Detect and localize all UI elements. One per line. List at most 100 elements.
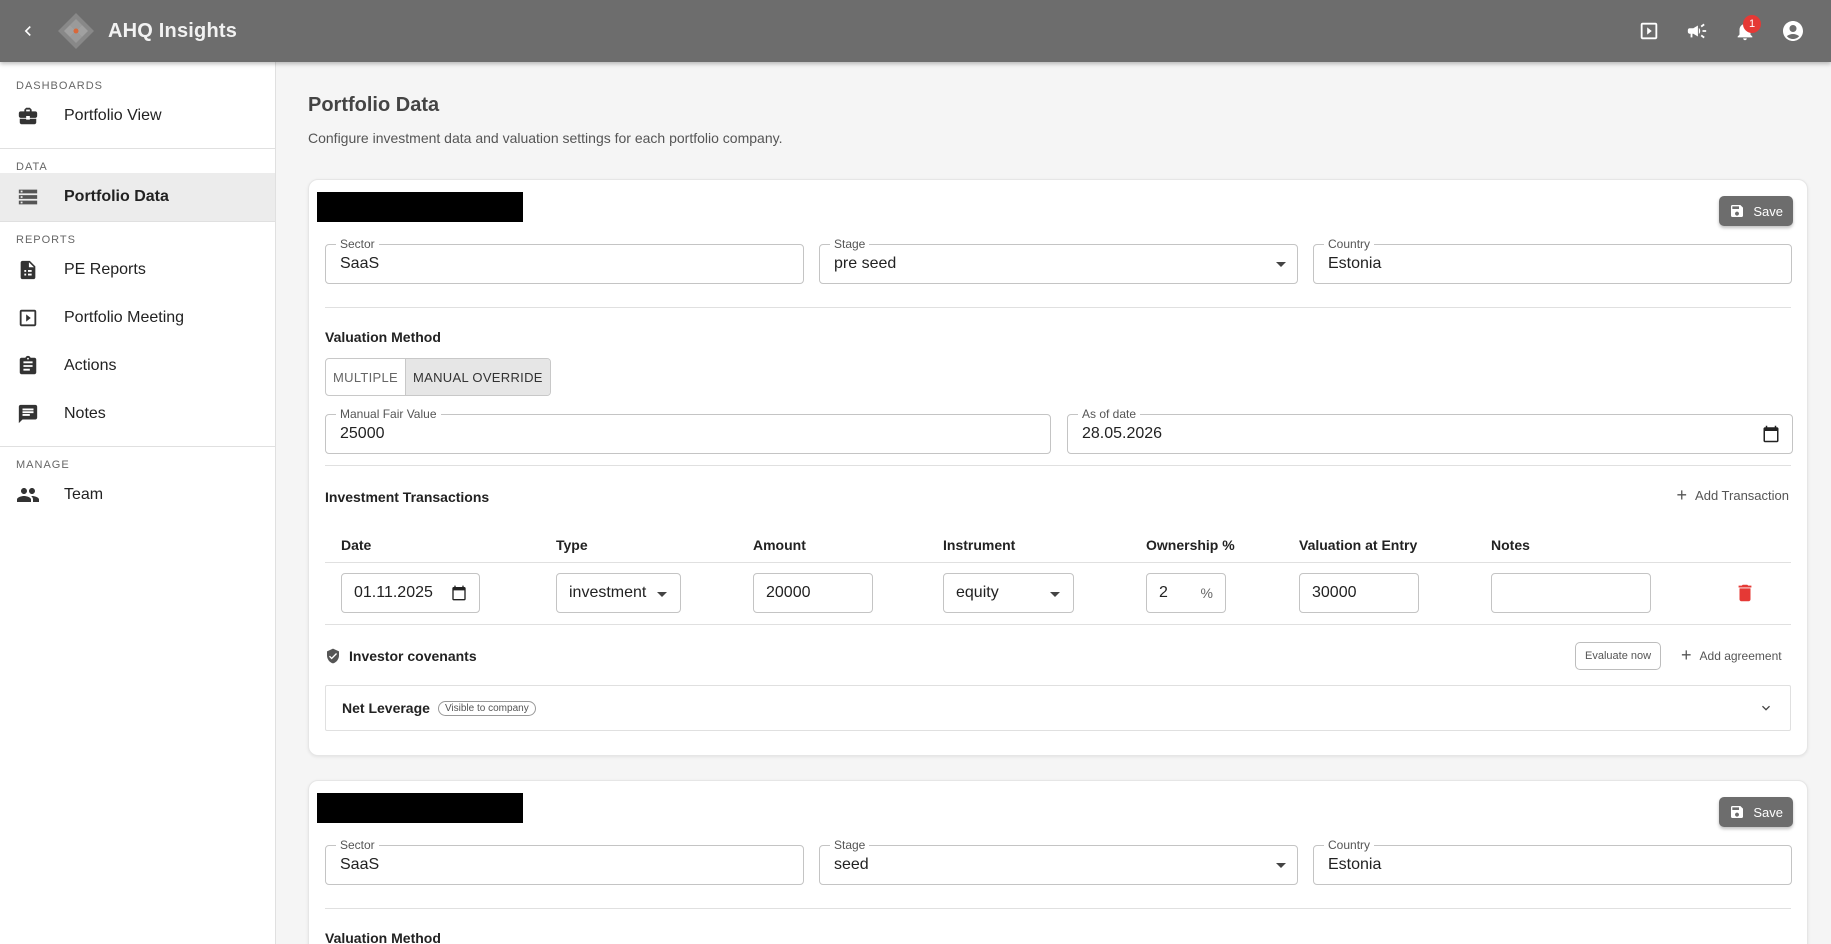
back-button[interactable] <box>0 0 56 62</box>
sector-field[interactable]: Sector SaaS <box>325 237 804 284</box>
covenant-name: Net Leverage <box>342 700 430 716</box>
sidebar-item-team[interactable]: Team <box>0 471 275 519</box>
add-transaction-label: Add Transaction <box>1695 488 1789 503</box>
transaction-type-select[interactable]: investment <box>556 573 681 613</box>
col-type: Type <box>556 537 588 553</box>
country-field[interactable]: Country Estonia <box>1313 838 1792 885</box>
sidebar-section-manage: MANAGE <box>16 459 70 471</box>
megaphone-icon <box>1687 23 1707 39</box>
add-agreement-button[interactable]: + Add agreement <box>1681 645 1782 666</box>
briefcase-icon <box>16 104 40 128</box>
company-card: Save Sector SaaS Stage seed Country Esto… <box>308 780 1808 944</box>
company-name-redacted <box>317 192 523 222</box>
sector-value: SaaS <box>340 255 380 272</box>
as-of-date-field[interactable]: As of date 28.05.2026 <box>1067 407 1793 454</box>
investor-covenants-heading: Investor covenants <box>325 648 477 664</box>
valuation-method-heading: Valuation Method <box>325 930 441 944</box>
notifications-button[interactable]: 1 <box>1721 7 1769 55</box>
chevron-left-icon <box>24 26 31 36</box>
sidebar-item-portfolio-view[interactable]: Portfolio View <box>0 92 275 140</box>
sidebar-item-portfolio-data[interactable]: Portfolio Data <box>0 173 275 221</box>
stage-select[interactable]: Stage seed <box>819 838 1298 885</box>
app-title: AHQ Insights <box>108 19 238 42</box>
valuation-method-toggle: MULTIPLE MANUAL OVERRIDE <box>325 358 551 396</box>
save-button[interactable]: Save <box>1719 196 1793 226</box>
dropdown-arrow-icon <box>1276 262 1286 267</box>
people-icon <box>16 483 40 507</box>
trash-icon <box>1738 584 1752 602</box>
sector-value: SaaS <box>340 856 380 873</box>
app-bar: AHQ Insights 1 <box>0 0 1831 62</box>
stage-value: pre seed <box>834 255 897 272</box>
main-content: Portfolio Data Configure investment data… <box>276 62 1831 944</box>
sidebar-item-label: Portfolio Meeting <box>64 309 185 326</box>
save-label: Save <box>1753 203 1783 219</box>
stage-select[interactable]: Stage pre seed <box>819 237 1298 284</box>
account-button[interactable] <box>1769 7 1817 55</box>
sector-field[interactable]: Sector SaaS <box>325 838 804 885</box>
chevron-down-icon <box>1762 705 1770 711</box>
sidebar-item-label: Notes <box>64 405 106 422</box>
plus-icon: + <box>1681 645 1692 665</box>
dropdown-arrow-icon <box>1050 592 1060 597</box>
calendar-icon <box>1763 425 1779 443</box>
col-ownership: Ownership % <box>1146 537 1235 553</box>
as-of-date-value: 28.05.2026 <box>1082 425 1163 442</box>
sidebar-item-actions[interactable]: Actions <box>0 342 275 390</box>
col-amount: Amount <box>753 537 806 553</box>
sidebar-item-label: PE Reports <box>64 261 146 278</box>
percent-suffix: % <box>1200 585 1213 601</box>
company-card: Save Sector SaaS Stage pre seed Country … <box>308 179 1808 756</box>
notification-badge: 1 <box>1743 15 1761 33</box>
save-label: Save <box>1753 804 1783 820</box>
transaction-ownership-input[interactable]: 2 % <box>1146 573 1226 613</box>
investor-covenants-label: Investor covenants <box>349 648 477 664</box>
method-manual-override-option[interactable]: MANUAL OVERRIDE <box>405 359 550 395</box>
valuation-method-heading: Valuation Method <box>325 329 441 345</box>
page-subtitle: Configure investment data and valuation … <box>308 130 783 146</box>
app-logo <box>58 13 94 49</box>
col-instrument: Instrument <box>943 537 1016 553</box>
evaluate-now-button[interactable]: Evaluate now <box>1575 642 1662 670</box>
dropdown-arrow-icon <box>1276 863 1286 868</box>
transaction-date-input[interactable]: 01.11.2025 <box>341 573 480 613</box>
account-circle-icon <box>1783 21 1803 41</box>
report-icon <box>16 258 40 282</box>
transaction-amount-input[interactable]: 20000 <box>753 573 873 613</box>
sidebar-item-notes[interactable]: Notes <box>0 390 275 438</box>
col-date: Date <box>341 537 372 553</box>
transaction-notes-input[interactable] <box>1491 573 1651 613</box>
slideshow-button[interactable] <box>1625 7 1673 55</box>
sidebar-item-portfolio-meeting[interactable]: Portfolio Meeting <box>0 294 275 342</box>
company-name-redacted <box>317 793 523 823</box>
sidebar-item-label: Portfolio Data <box>64 188 169 205</box>
transaction-ownership: 2 <box>1159 584 1168 601</box>
calendar-icon <box>452 585 466 601</box>
manual-fair-value: 25000 <box>340 425 385 442</box>
add-transaction-button[interactable]: + Add Transaction <box>1677 485 1789 506</box>
sidebar-item-label: Actions <box>64 357 117 374</box>
visibility-chip: Visible to company <box>437 700 536 716</box>
covenant-accordion[interactable]: Net Leverage Visible to company <box>325 685 1791 731</box>
announcements-button[interactable] <box>1673 7 1721 55</box>
country-value: Estonia <box>1328 255 1382 272</box>
method-multiple-option[interactable]: MULTIPLE <box>326 359 405 395</box>
transaction-valuation: 30000 <box>1312 584 1357 601</box>
shield-icon <box>327 648 339 664</box>
save-icon <box>1731 205 1744 217</box>
manual-fair-value-field[interactable]: Manual Fair Value 25000 <box>325 407 1051 454</box>
dropdown-arrow-icon <box>657 592 667 597</box>
save-button[interactable]: Save <box>1719 797 1793 827</box>
delete-transaction-button[interactable] <box>1734 582 1758 606</box>
transaction-instrument-select[interactable]: equity <box>943 573 1074 613</box>
stage-value: seed <box>834 856 869 873</box>
country-field[interactable]: Country Estonia <box>1313 237 1792 284</box>
transaction-valuation-input[interactable]: 30000 <box>1299 573 1419 613</box>
storage-icon <box>16 185 40 209</box>
sidebar-section-dashboards: DASHBOARDS <box>16 80 104 92</box>
investment-transactions-heading: Investment Transactions <box>325 489 490 505</box>
save-icon <box>1731 806 1744 818</box>
sidebar-section-data: DATA <box>16 161 48 173</box>
slideshow-icon <box>16 306 40 330</box>
sidebar-item-pe-reports[interactable]: PE Reports <box>0 246 275 294</box>
